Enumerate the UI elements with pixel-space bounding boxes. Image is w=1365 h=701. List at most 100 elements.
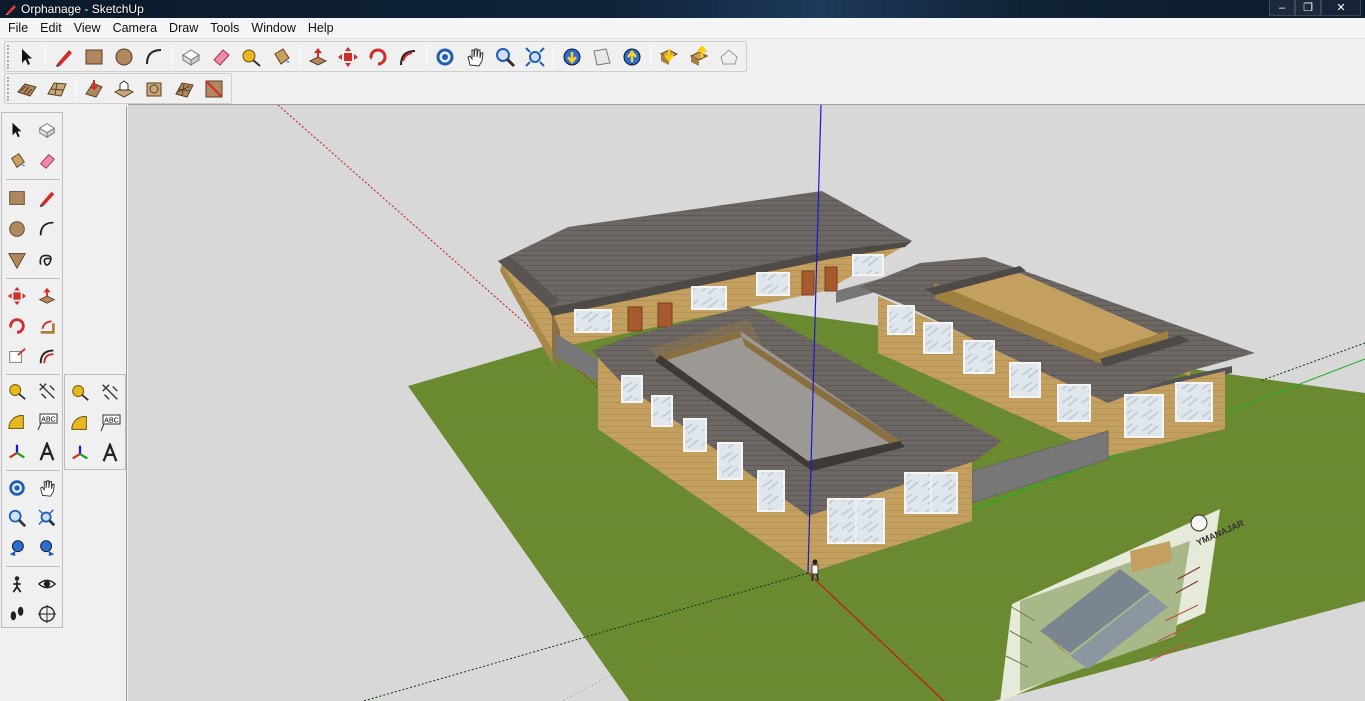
palette-walk-button[interactable] bbox=[2, 599, 32, 629]
palette-arc-button[interactable] bbox=[32, 214, 62, 244]
rotate-button[interactable] bbox=[363, 42, 393, 71]
palette-tape-measure-button[interactable] bbox=[2, 376, 32, 406]
zoom-button[interactable] bbox=[490, 42, 520, 71]
palette-section-plane-button[interactable] bbox=[32, 599, 62, 629]
rectangle-icon bbox=[9, 191, 25, 205]
palette-rotate-button[interactable] bbox=[2, 311, 32, 341]
construction-tape-measure-button[interactable] bbox=[65, 377, 95, 407]
move-button[interactable] bbox=[333, 42, 363, 71]
place-model-button[interactable] bbox=[684, 42, 714, 71]
freehand-icon bbox=[39, 254, 52, 266]
construction-3d-text-button[interactable] bbox=[95, 438, 125, 468]
palette-polygon-button[interactable] bbox=[2, 245, 32, 275]
palette-orbit-button[interactable] bbox=[2, 473, 32, 503]
3d-warehouse-button[interactable] bbox=[557, 42, 587, 71]
palette-component-button[interactable] bbox=[32, 115, 62, 145]
minimize-button[interactable]: – bbox=[1269, 0, 1295, 16]
zoom-window-icon bbox=[38, 509, 56, 527]
modeling-viewport[interactable]: YMANAJAR bbox=[128, 104, 1365, 701]
eye-icon bbox=[37, 579, 57, 589]
palette-scale-button[interactable] bbox=[2, 341, 32, 371]
line-tool-button[interactable] bbox=[49, 42, 79, 71]
text-tool-label: ABC bbox=[41, 417, 55, 424]
circle-tool-button[interactable] bbox=[109, 42, 139, 71]
rectangle-tool-button[interactable] bbox=[79, 42, 109, 71]
paint-bucket-button[interactable] bbox=[266, 42, 296, 71]
menu-view[interactable]: View bbox=[68, 19, 107, 37]
arc-tool-button[interactable] bbox=[139, 42, 169, 71]
palette-3d-text-button[interactable] bbox=[32, 437, 62, 467]
eraser-button[interactable] bbox=[206, 42, 236, 71]
add-detail-button[interactable] bbox=[169, 74, 199, 103]
menu-edit[interactable]: Edit bbox=[34, 19, 68, 37]
axes-icon bbox=[9, 444, 25, 459]
palette-dimension-button[interactable] bbox=[32, 376, 62, 406]
palette-protractor-button[interactable] bbox=[2, 407, 32, 437]
palette-move-button[interactable] bbox=[2, 281, 32, 311]
palette-text-button[interactable]: ABC bbox=[32, 407, 62, 437]
export-box-icon bbox=[689, 45, 709, 66]
menu-help[interactable]: Help bbox=[302, 19, 340, 37]
palette-paint-button[interactable] bbox=[2, 146, 32, 176]
construction-tool-set: ABC bbox=[64, 374, 126, 470]
share-model-button[interactable] bbox=[617, 42, 647, 71]
smoove-button[interactable] bbox=[79, 74, 109, 103]
tool-palette: ABC ABC bbox=[0, 106, 127, 701]
toolbar-grip[interactable] bbox=[7, 44, 10, 69]
push-pull-button[interactable] bbox=[303, 42, 333, 71]
zoom-extents-button[interactable] bbox=[520, 42, 550, 71]
palette-pan-button[interactable] bbox=[32, 473, 62, 503]
palette-offset-button[interactable] bbox=[32, 341, 62, 371]
palette-look-around-button[interactable] bbox=[32, 569, 62, 599]
menu-camera[interactable]: Camera bbox=[107, 19, 163, 37]
select-tool-button[interactable] bbox=[12, 42, 42, 71]
palette-previous-view-button[interactable] bbox=[2, 533, 32, 563]
palette-zoom-window-button[interactable] bbox=[32, 503, 62, 533]
palette-freehand-button[interactable] bbox=[32, 245, 62, 275]
preview-in-earth-button[interactable] bbox=[714, 42, 744, 71]
pencil-icon bbox=[56, 49, 72, 67]
palette-circle-button[interactable] bbox=[2, 214, 32, 244]
palette-rectangle-button[interactable] bbox=[2, 183, 32, 213]
main-toolbar bbox=[4, 41, 747, 72]
restore-button[interactable]: ❐ bbox=[1295, 0, 1321, 16]
construction-dimension-button[interactable] bbox=[95, 377, 125, 407]
magnifier-icon bbox=[496, 47, 516, 67]
close-button[interactable]: ✕ bbox=[1321, 0, 1361, 16]
tape-measure-icon bbox=[9, 384, 26, 400]
from-scratch-button[interactable] bbox=[42, 74, 72, 103]
palette-eraser-button[interactable] bbox=[32, 146, 62, 176]
position-camera-icon bbox=[12, 576, 22, 593]
palette-follow-me-button[interactable] bbox=[32, 311, 62, 341]
from-contours-button[interactable] bbox=[12, 74, 42, 103]
drape-button[interactable] bbox=[139, 74, 169, 103]
palette-separator bbox=[6, 470, 60, 471]
tape-measure-button[interactable] bbox=[236, 42, 266, 71]
palette-position-camera-button[interactable] bbox=[2, 569, 32, 599]
pan-button[interactable] bbox=[460, 42, 490, 71]
stamp-button[interactable] bbox=[109, 74, 139, 103]
menu-draw[interactable]: Draw bbox=[163, 19, 204, 37]
palette-axes-button[interactable] bbox=[2, 437, 32, 467]
toolbar-grip[interactable] bbox=[7, 76, 10, 101]
share-component-button[interactable] bbox=[587, 42, 617, 71]
protractor-icon bbox=[71, 416, 87, 430]
make-component-button[interactable] bbox=[176, 42, 206, 71]
eraser-icon bbox=[39, 154, 55, 169]
construction-text-button[interactable]: ABC bbox=[95, 408, 125, 438]
menu-window[interactable]: Window bbox=[245, 19, 301, 37]
palette-push-pull-button[interactable] bbox=[32, 281, 62, 311]
follow-me-button[interactable] bbox=[393, 42, 423, 71]
flip-edge-button[interactable] bbox=[199, 74, 229, 103]
palette-next-view-button[interactable] bbox=[32, 533, 62, 563]
construction-protractor-button[interactable] bbox=[65, 408, 95, 438]
palette-zoom-button[interactable] bbox=[2, 503, 32, 533]
palette-line-button[interactable] bbox=[32, 183, 62, 213]
axes-icon bbox=[72, 445, 88, 460]
menu-tools[interactable]: Tools bbox=[204, 19, 245, 37]
menu-file[interactable]: File bbox=[2, 19, 34, 37]
orbit-button[interactable] bbox=[430, 42, 460, 71]
get-photo-texture-button[interactable] bbox=[654, 42, 684, 71]
construction-axes-button[interactable] bbox=[65, 438, 95, 468]
palette-select-button[interactable] bbox=[2, 115, 32, 145]
